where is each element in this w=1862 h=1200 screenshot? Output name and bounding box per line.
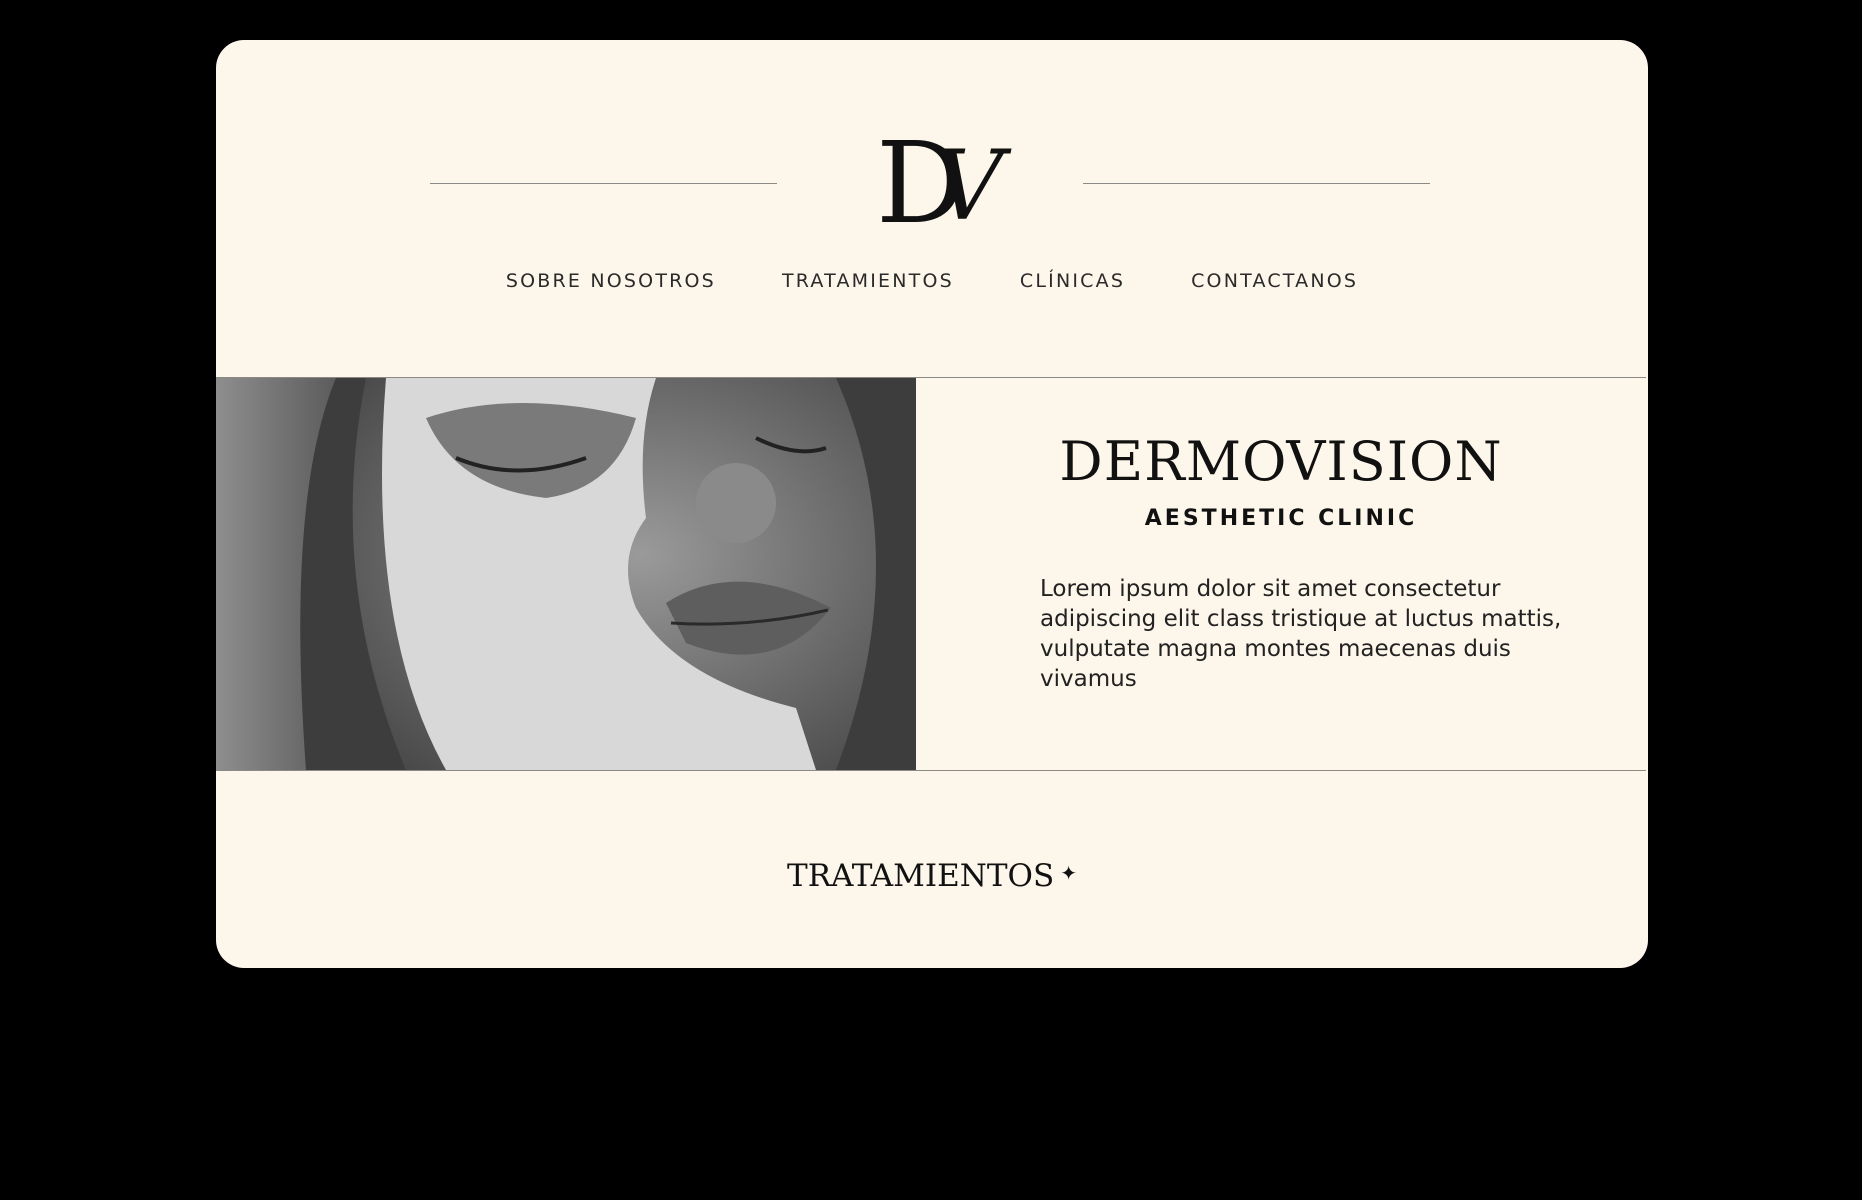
section-title-wrap: TRATAMIENTOS ✦ xyxy=(216,858,1648,894)
logo-divider-left xyxy=(430,183,777,184)
hero-title: DERMOVISION xyxy=(1059,430,1503,493)
hero-text-panel: DERMOVISION AESTHETIC CLINIC Lorem ipsum… xyxy=(916,378,1646,770)
main-nav: SOBRE NOSOTROS TRATAMIENTOS CLÍNICAS CON… xyxy=(216,270,1648,292)
sparkle-icon: ✦ xyxy=(1060,861,1077,885)
hero-subtitle: AESTHETIC CLINIC xyxy=(1144,506,1418,531)
hero-photo xyxy=(216,378,916,770)
nav-item-contactanos[interactable]: CONTACTANOS xyxy=(1191,270,1358,292)
nav-item-tratamientos[interactable]: TRATAMIENTOS xyxy=(782,270,954,292)
logo-letter-v: V xyxy=(934,130,1004,242)
nav-item-sobre-nosotros[interactable]: SOBRE NOSOTROS xyxy=(506,270,716,292)
section-title: TRATAMIENTOS xyxy=(787,858,1055,894)
hero-divider-bottom xyxy=(216,770,1646,771)
nav-item-clinicas[interactable]: CLÍNICAS xyxy=(1020,270,1125,292)
logo-divider-right xyxy=(1083,183,1430,184)
hero-body: Lorem ipsum dolor sit amet consectetur a… xyxy=(1040,576,1562,692)
logo[interactable]: D V xyxy=(856,124,1036,244)
website-card: D V SOBRE NOSOTROS TRATAMIENTOS CLÍNICAS… xyxy=(216,40,1648,968)
